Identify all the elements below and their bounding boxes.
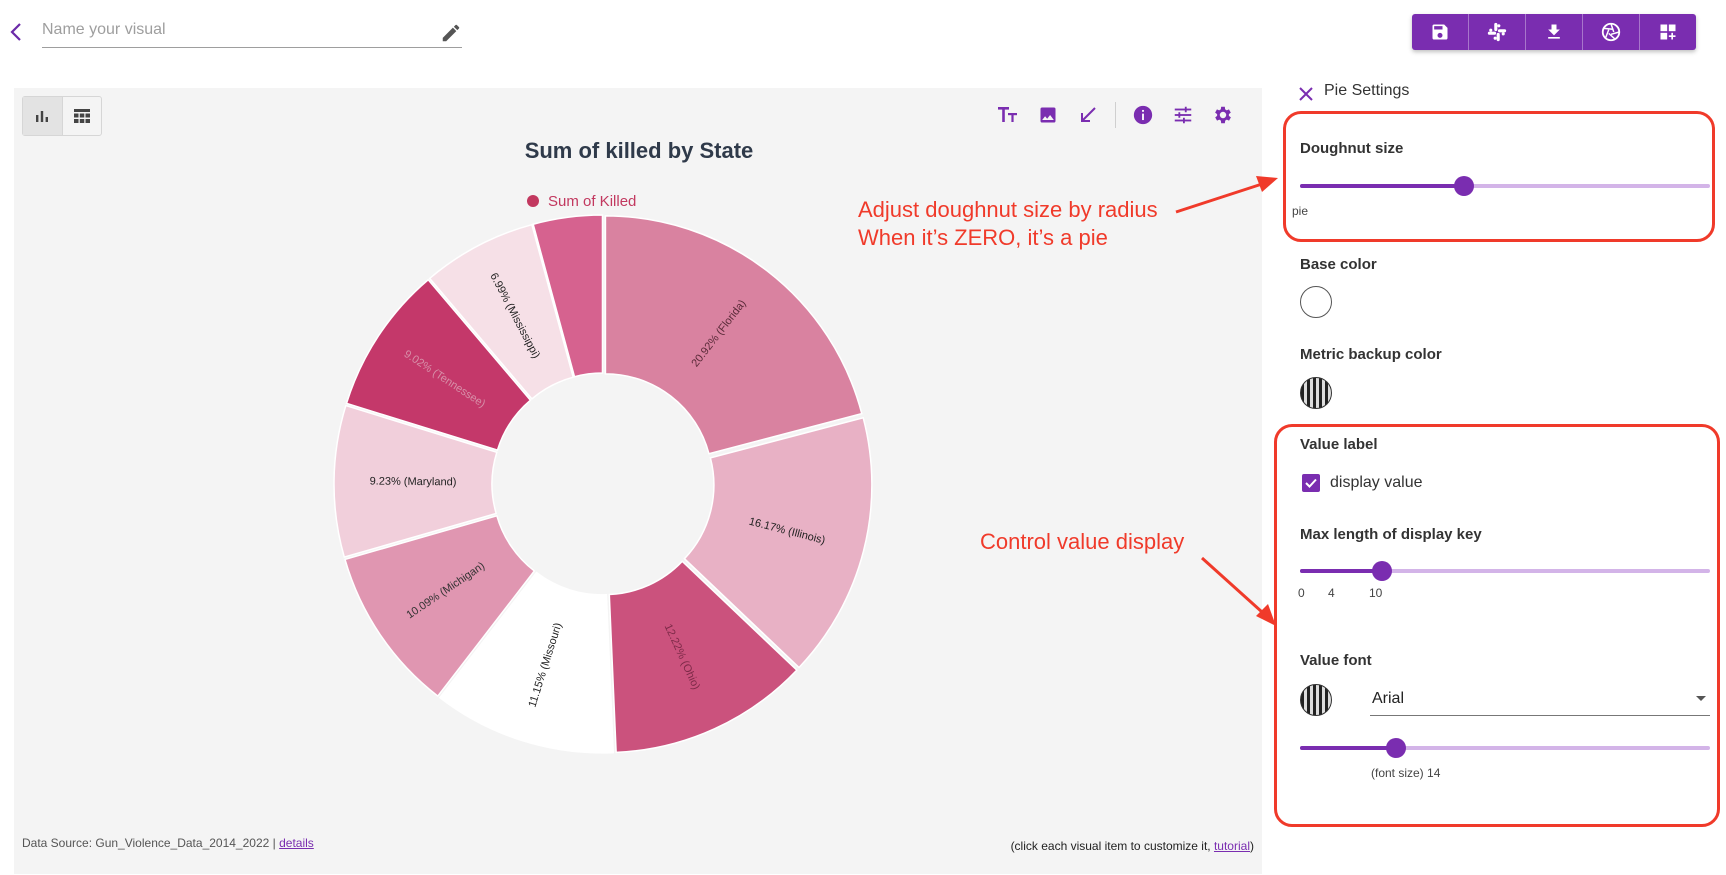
- font-size-label: (font size) 14: [1371, 766, 1441, 780]
- arrow-to-value: [1200, 556, 1264, 614]
- slider-thumb[interactable]: [1372, 561, 1392, 581]
- base-color-swatch[interactable]: [1300, 286, 1332, 318]
- font-family-select[interactable]: Arial: [1370, 682, 1710, 716]
- pie-settings-panel: Pie Settings Doughnut size pie Base colo…: [1276, 78, 1716, 868]
- slider-fill: [1300, 746, 1396, 750]
- doughnut-size-label: Doughnut size: [1300, 140, 1404, 157]
- arrow-head-doughnut: [1256, 176, 1278, 192]
- value-font-label: Value font: [1300, 652, 1372, 669]
- slider-thumb[interactable]: [1454, 176, 1474, 196]
- base-color-label: Base color: [1300, 256, 1377, 273]
- slider-thumb[interactable]: [1385, 738, 1406, 758]
- max-length-tick-4: 4: [1328, 586, 1335, 600]
- metric-backup-color-label: Metric backup color: [1300, 346, 1442, 363]
- metric-backup-color-swatch[interactable]: [1300, 377, 1332, 409]
- value-label-heading: Value label: [1300, 436, 1378, 453]
- settings-title: Pie Settings: [1324, 82, 1410, 99]
- max-length-tick-0: 0: [1298, 586, 1305, 600]
- arrow-to-doughnut: [1175, 182, 1263, 214]
- font-size-slider[interactable]: [1300, 738, 1710, 758]
- slider-fill: [1300, 184, 1464, 188]
- max-length-label: Max length of display key: [1300, 526, 1482, 543]
- max-length-tick-10: 10: [1369, 586, 1383, 600]
- max-length-slider[interactable]: [1300, 561, 1710, 581]
- doughnut-min-label: pie: [1292, 204, 1309, 218]
- display-value-label[interactable]: display value: [1330, 474, 1423, 492]
- font-family-value: Arial: [1372, 689, 1405, 707]
- value-font-color-swatch[interactable]: [1300, 684, 1332, 716]
- app-root: Sum of killed by State Sum of Killed 20.…: [0, 0, 1726, 875]
- display-value-checkbox[interactable]: [1302, 474, 1320, 492]
- close-icon[interactable]: [1296, 84, 1316, 104]
- chevron-down-icon: [1696, 696, 1706, 701]
- doughnut-size-slider[interactable]: [1300, 176, 1710, 196]
- slider-fill: [1300, 569, 1382, 573]
